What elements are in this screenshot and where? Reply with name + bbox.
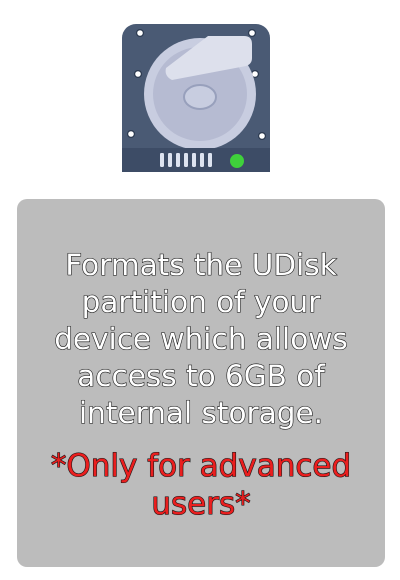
screw-mid-left (134, 69, 143, 78)
advanced-users-warning: *Only for advanced users* (50, 447, 352, 522)
screw-bottom-left (126, 129, 136, 138)
screw-bottom-right (258, 131, 267, 140)
format-udisk-screen: Formats the UDisk partition of your devi… (0, 0, 400, 580)
hard-drive-icon (122, 24, 270, 172)
screw-top-right (248, 28, 257, 38)
spindle (183, 84, 217, 110)
description-text: Formats the UDisk partition of your devi… (54, 247, 349, 430)
info-card: Formats the UDisk partition of your devi… (17, 199, 385, 567)
screw-top-left (136, 28, 145, 38)
status-led (230, 154, 244, 168)
